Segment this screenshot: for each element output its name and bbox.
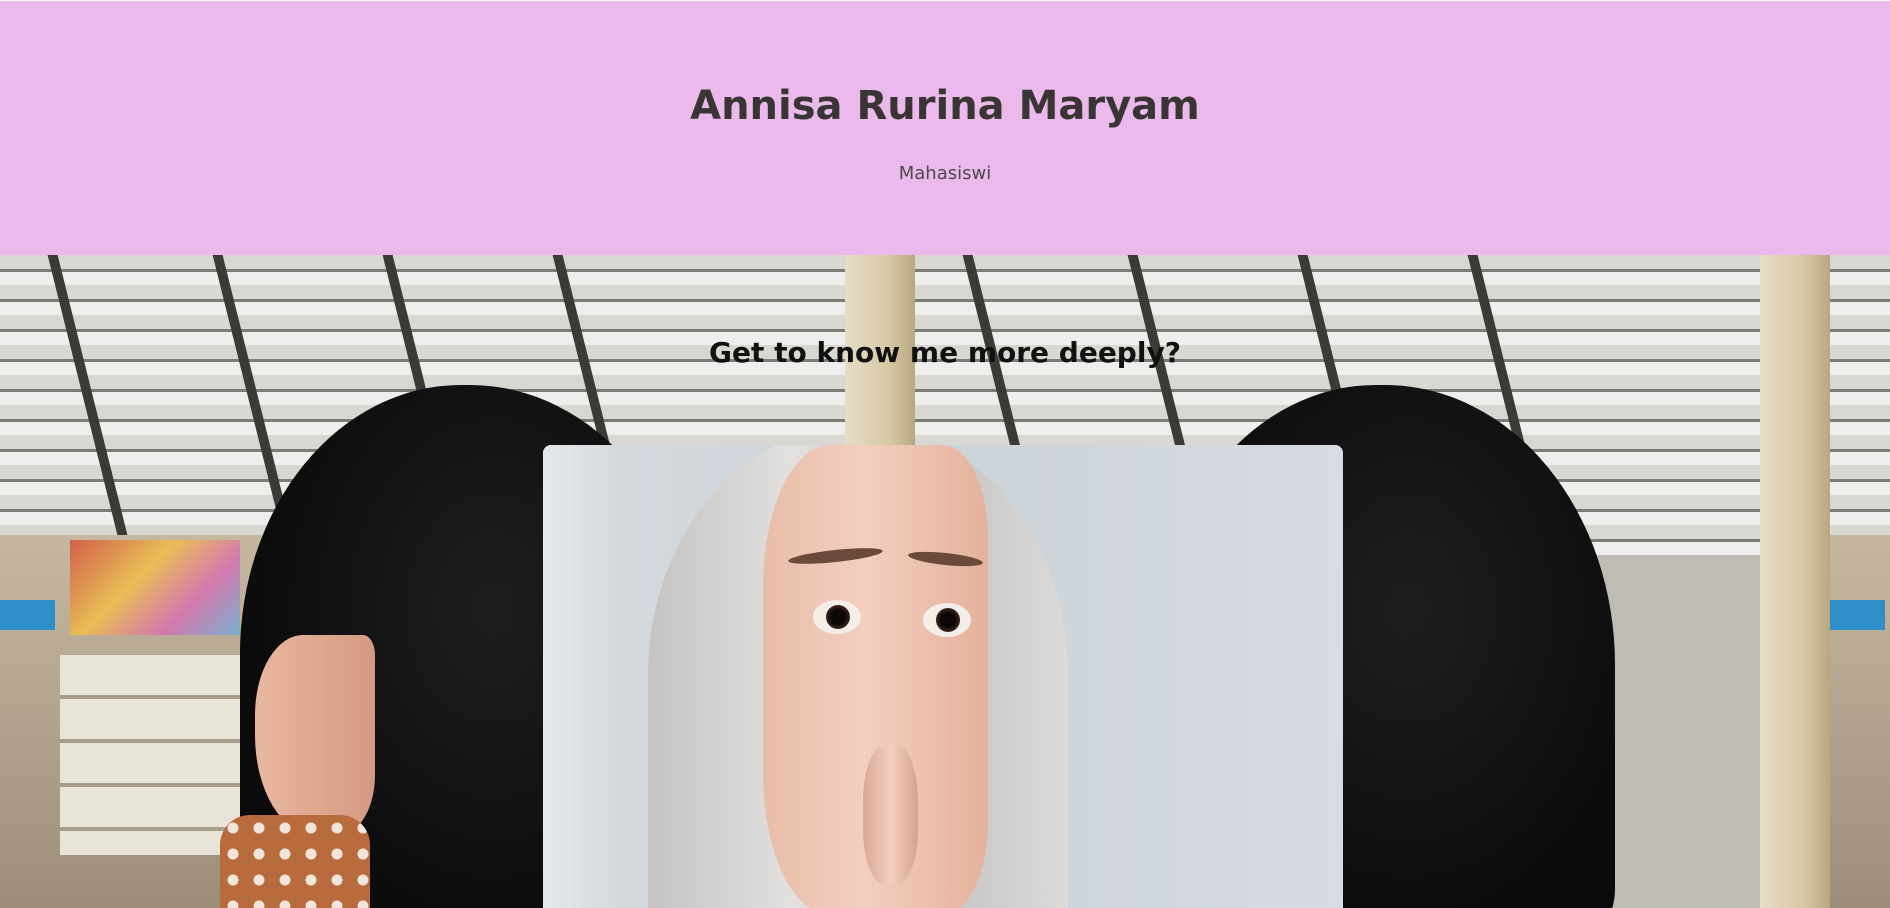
shop-wall xyxy=(1830,535,1890,908)
about-section-title: Get to know me more deeply? xyxy=(709,336,1181,369)
blue-awning xyxy=(0,600,55,630)
profile-name: Annisa Rurina Maryam xyxy=(690,83,1200,129)
right-eye xyxy=(923,603,971,637)
profile-photo xyxy=(543,445,1343,908)
nose xyxy=(863,745,918,885)
shop-poster xyxy=(70,540,240,635)
blue-awning xyxy=(1830,600,1885,630)
person-scarf xyxy=(220,815,370,908)
profile-role: Mahasiswi xyxy=(898,163,992,184)
person-face xyxy=(255,635,375,835)
left-eye xyxy=(813,600,861,634)
ceiling-pattern xyxy=(1830,255,1890,555)
hero-header: Annisa Rurina Maryam Mahasiswi xyxy=(0,1,1890,255)
